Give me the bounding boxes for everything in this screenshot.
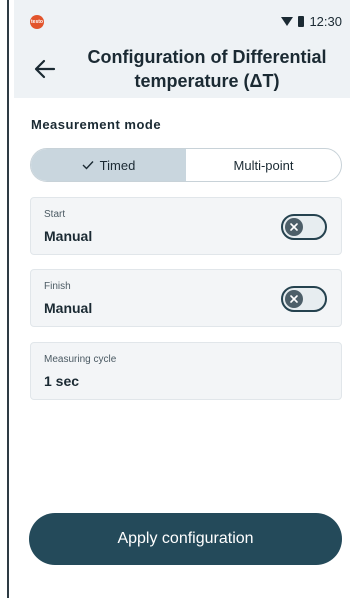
start-toggle[interactable] xyxy=(281,214,327,240)
toggle-knob xyxy=(285,218,303,236)
finish-value: Manual xyxy=(44,300,93,316)
app-edge xyxy=(7,0,9,598)
page-title-line-2: temperature (ΔT) xyxy=(134,71,280,91)
measurement-mode-label: Measurement mode xyxy=(31,117,162,132)
start-label: Start xyxy=(44,209,66,220)
clock: 12:30 xyxy=(309,14,342,29)
segment-multi-point[interactable]: Multi-point xyxy=(186,149,341,181)
status-bar: testo 12:30 xyxy=(14,12,350,36)
segment-timed[interactable]: Timed xyxy=(31,149,186,181)
toggle-knob xyxy=(285,290,303,308)
measuring-cycle-value: 1 sec xyxy=(44,373,80,389)
page-title-line-1: Configuration of Differential xyxy=(87,47,327,67)
measurement-mode-selector: Timed Multi-point xyxy=(30,148,342,182)
page-title: Configuration of Differential temperatur… xyxy=(76,45,338,93)
arrow-left-icon xyxy=(34,59,56,79)
checkmark-icon xyxy=(82,161,94,170)
close-icon xyxy=(290,223,298,231)
finish-setting-card: Finish Manual xyxy=(30,269,342,327)
wifi-icon xyxy=(281,17,294,26)
measuring-cycle-label: Measuring cycle xyxy=(44,354,117,365)
brand-logo: testo xyxy=(30,15,44,29)
segment-timed-label: Timed xyxy=(99,157,136,173)
finish-label: Finish xyxy=(44,281,71,292)
close-icon xyxy=(290,295,298,303)
back-button[interactable] xyxy=(32,56,58,82)
segment-multi-point-label: Multi-point xyxy=(233,157,294,173)
battery-icon xyxy=(298,16,305,27)
status-indicators: 12:30 xyxy=(281,14,342,29)
apply-configuration-button[interactable]: Apply configuration xyxy=(29,513,342,565)
start-value: Manual xyxy=(44,228,93,244)
start-setting-card: Start Manual xyxy=(30,197,342,255)
measuring-cycle-card[interactable]: Measuring cycle 1 sec xyxy=(30,342,342,400)
finish-toggle[interactable] xyxy=(281,286,327,312)
